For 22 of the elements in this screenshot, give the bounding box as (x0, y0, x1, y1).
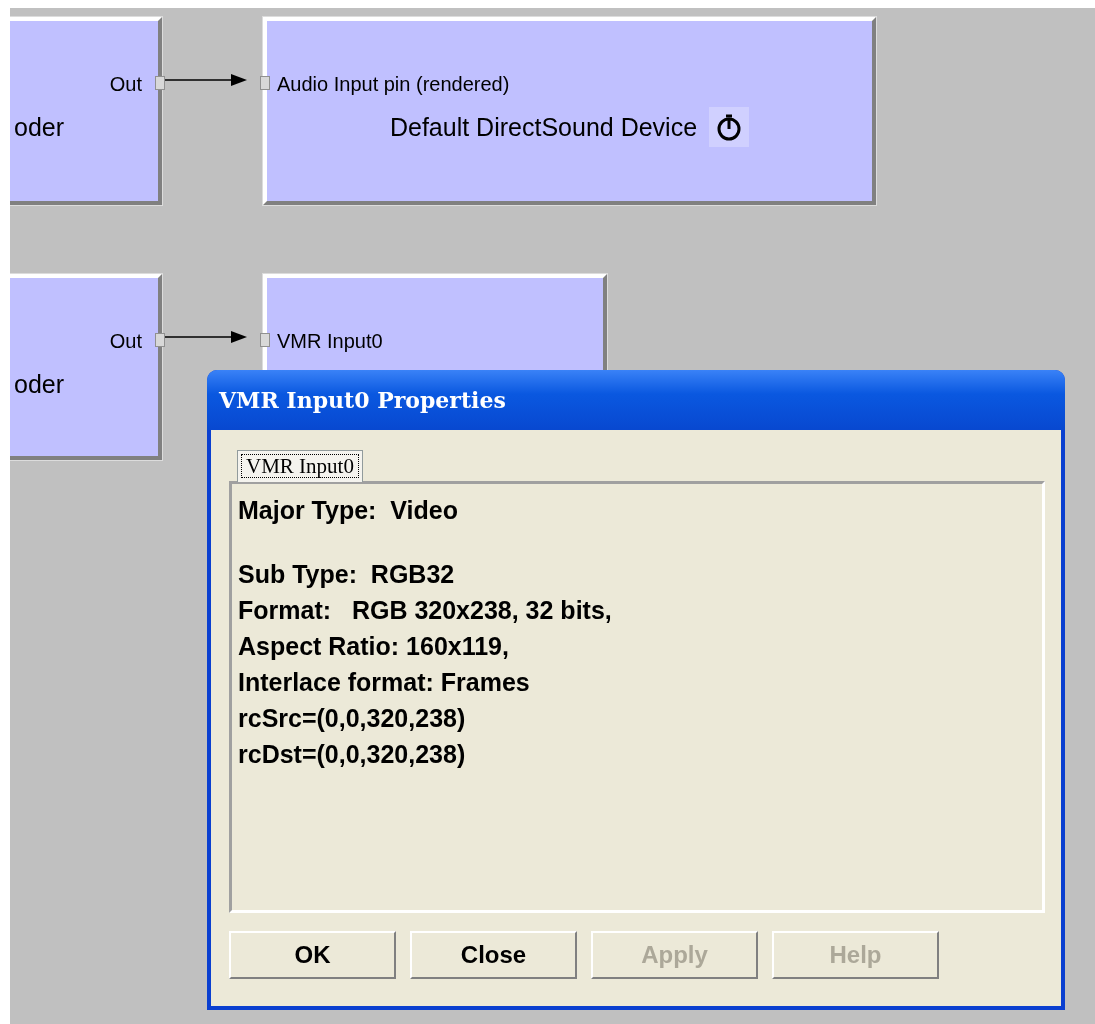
property-line: rcDst=(0,0,320,238) (238, 739, 467, 770)
pin-label: VMR Input0 (277, 330, 383, 353)
filter-name: oder (14, 370, 65, 399)
dialog-title: VMR Input0 Properties (219, 387, 506, 413)
property-line: Major Type: Video (238, 495, 459, 526)
filter-name: Default DirectSound Device (389, 112, 698, 142)
filter-name: oder (14, 113, 65, 142)
pin-label: Audio Input pin (rendered) (277, 73, 510, 96)
output-pin[interactable] (155, 76, 165, 90)
property-line: Interlace format: Frames (238, 667, 531, 698)
property-line: Sub Type: RGB32 (238, 559, 456, 590)
pin-label: Out (109, 330, 142, 353)
pin-label: Out (109, 73, 142, 96)
dialog-button[interactable]: Close (410, 931, 577, 979)
input-pin[interactable] (260, 76, 270, 90)
tab[interactable]: VMR Input0 (237, 450, 363, 482)
input-pin[interactable] (260, 333, 270, 347)
property-line: rcSrc=(0,0,320,238) (238, 703, 467, 734)
property-line: Aspect Ratio: 160x119, (238, 631, 510, 662)
property-line: Format: RGB 320x238, 32 bits, (238, 595, 613, 626)
dialog-button[interactable]: OK (229, 931, 396, 979)
output-pin[interactable] (155, 333, 165, 347)
